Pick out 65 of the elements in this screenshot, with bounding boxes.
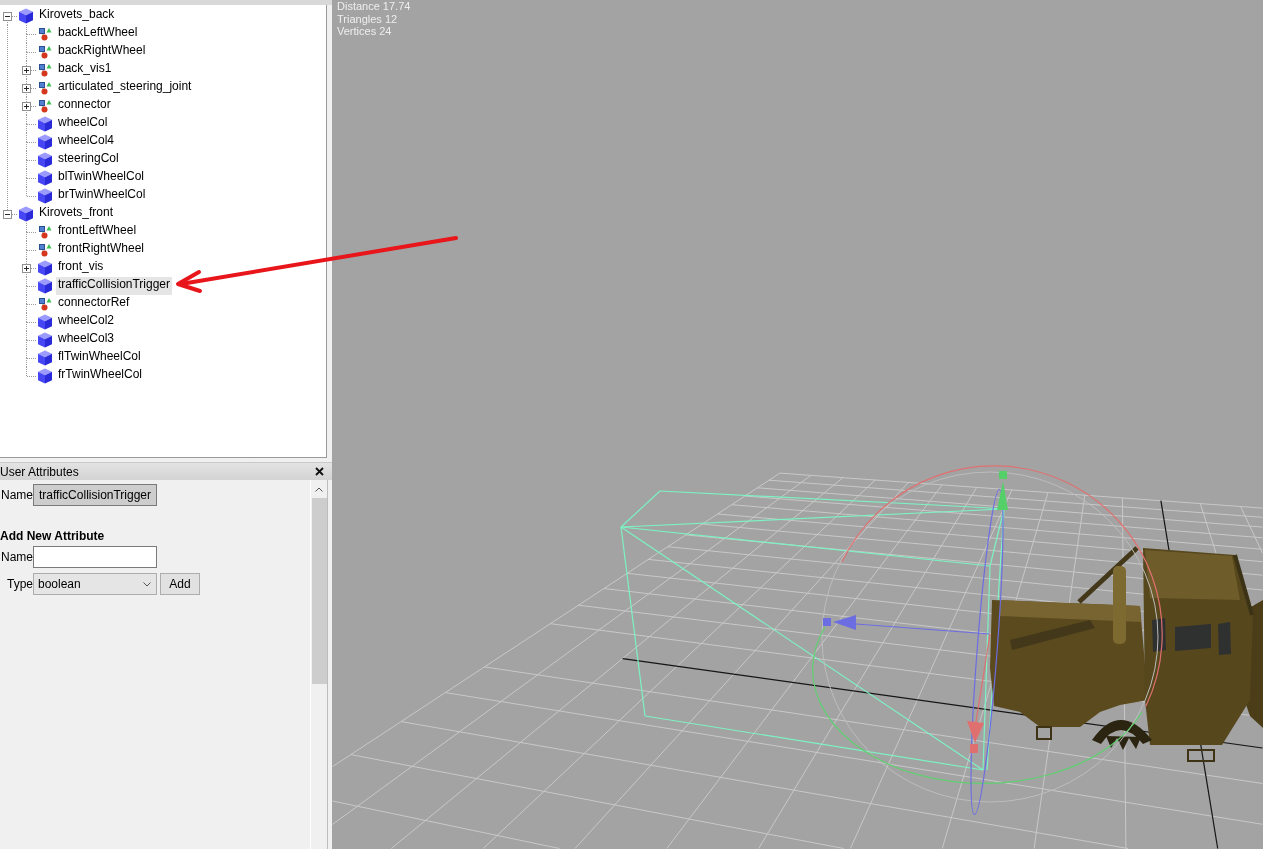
tree-item[interactable]: trafficCollisionTrigger — [56, 277, 173, 295]
tree-item[interactable]: articulated_steering_joint — [56, 79, 194, 97]
shapes-icon — [38, 225, 52, 239]
tree-item[interactable]: wheelCol2 — [56, 313, 117, 331]
tree-item[interactable]: frontRightWheel — [56, 241, 147, 259]
tree-item[interactable]: frontLeftWheel — [56, 223, 139, 241]
tree-item[interactable]: wheelCol3 — [56, 331, 117, 349]
chevron-up-icon[interactable] — [315, 486, 323, 492]
add-button[interactable]: Add — [160, 573, 200, 595]
cube-icon — [37, 134, 53, 150]
field-label: Name — [0, 488, 33, 502]
cube-icon — [37, 332, 53, 348]
tree-item[interactable]: Kirovets_back — [37, 7, 117, 25]
expand-icon[interactable] — [22, 263, 31, 273]
tree-item[interactable]: wheelCol4 — [56, 133, 117, 151]
panel-title: User Attributes — [0, 464, 79, 479]
cube-icon — [18, 206, 34, 222]
cube-icon — [37, 350, 53, 366]
tree-item[interactable]: brTwinWheelCol — [56, 187, 148, 205]
scrollbar-thumb[interactable] — [311, 498, 327, 684]
section-heading: Add New Attribute — [0, 529, 105, 543]
tree-item[interactable]: back_vis1 — [56, 61, 114, 79]
shapes-icon — [38, 45, 52, 59]
collapse-icon[interactable] — [3, 209, 12, 219]
cube-icon — [37, 116, 53, 132]
viewport-stat: Distance 17.74 — [337, 0, 411, 13]
expand-icon[interactable] — [22, 101, 31, 111]
shapes-icon — [38, 63, 52, 77]
tree-item[interactable]: connectorRef — [56, 295, 132, 313]
field-label: Name — [0, 550, 33, 564]
cube-icon — [37, 170, 53, 186]
tree-item[interactable]: flTwinWheelCol — [56, 349, 143, 367]
shapes-icon — [38, 81, 52, 95]
viewport-stat: Vertices 24 — [337, 25, 392, 38]
expand-icon[interactable] — [22, 83, 31, 93]
tree-item[interactable]: connector — [56, 97, 113, 115]
chevron-down-icon — [143, 581, 151, 587]
close-icon[interactable] — [315, 467, 324, 476]
tree-item[interactable]: front_vis — [56, 259, 106, 277]
type-dropdown[interactable]: boolean — [33, 573, 157, 595]
tree-item[interactable]: blTwinWheelCol — [56, 169, 147, 187]
shapes-icon — [38, 99, 52, 113]
tree-item[interactable]: steeringCol — [56, 151, 121, 169]
expand-icon[interactable] — [22, 65, 31, 75]
collapse-icon[interactable] — [3, 11, 12, 21]
cube-icon — [37, 152, 53, 168]
attribute-name-field[interactable] — [33, 546, 157, 568]
cube-icon — [37, 314, 53, 330]
tree-item[interactable]: frTwinWheelCol — [56, 367, 145, 385]
tree-item[interactable]: wheelCol — [56, 115, 110, 133]
tree-item[interactable]: Kirovets_front — [37, 205, 116, 223]
cube-icon — [37, 278, 53, 294]
viewport-stat: Triangles 12 — [337, 12, 398, 25]
cube-icon — [37, 188, 53, 204]
cube-icon — [37, 260, 53, 276]
shapes-icon — [38, 297, 52, 311]
tree-item[interactable]: backLeftWheel — [56, 25, 140, 43]
cube-icon — [37, 368, 53, 384]
tree-item[interactable]: backRightWheel — [56, 43, 148, 61]
shapes-icon — [38, 243, 52, 257]
name-field[interactable]: trafficCollisionTrigger — [33, 484, 157, 506]
cube-icon — [18, 8, 34, 24]
field-label: Type — [6, 577, 33, 591]
scrollbar[interactable] — [310, 480, 328, 849]
shapes-icon — [38, 27, 52, 41]
